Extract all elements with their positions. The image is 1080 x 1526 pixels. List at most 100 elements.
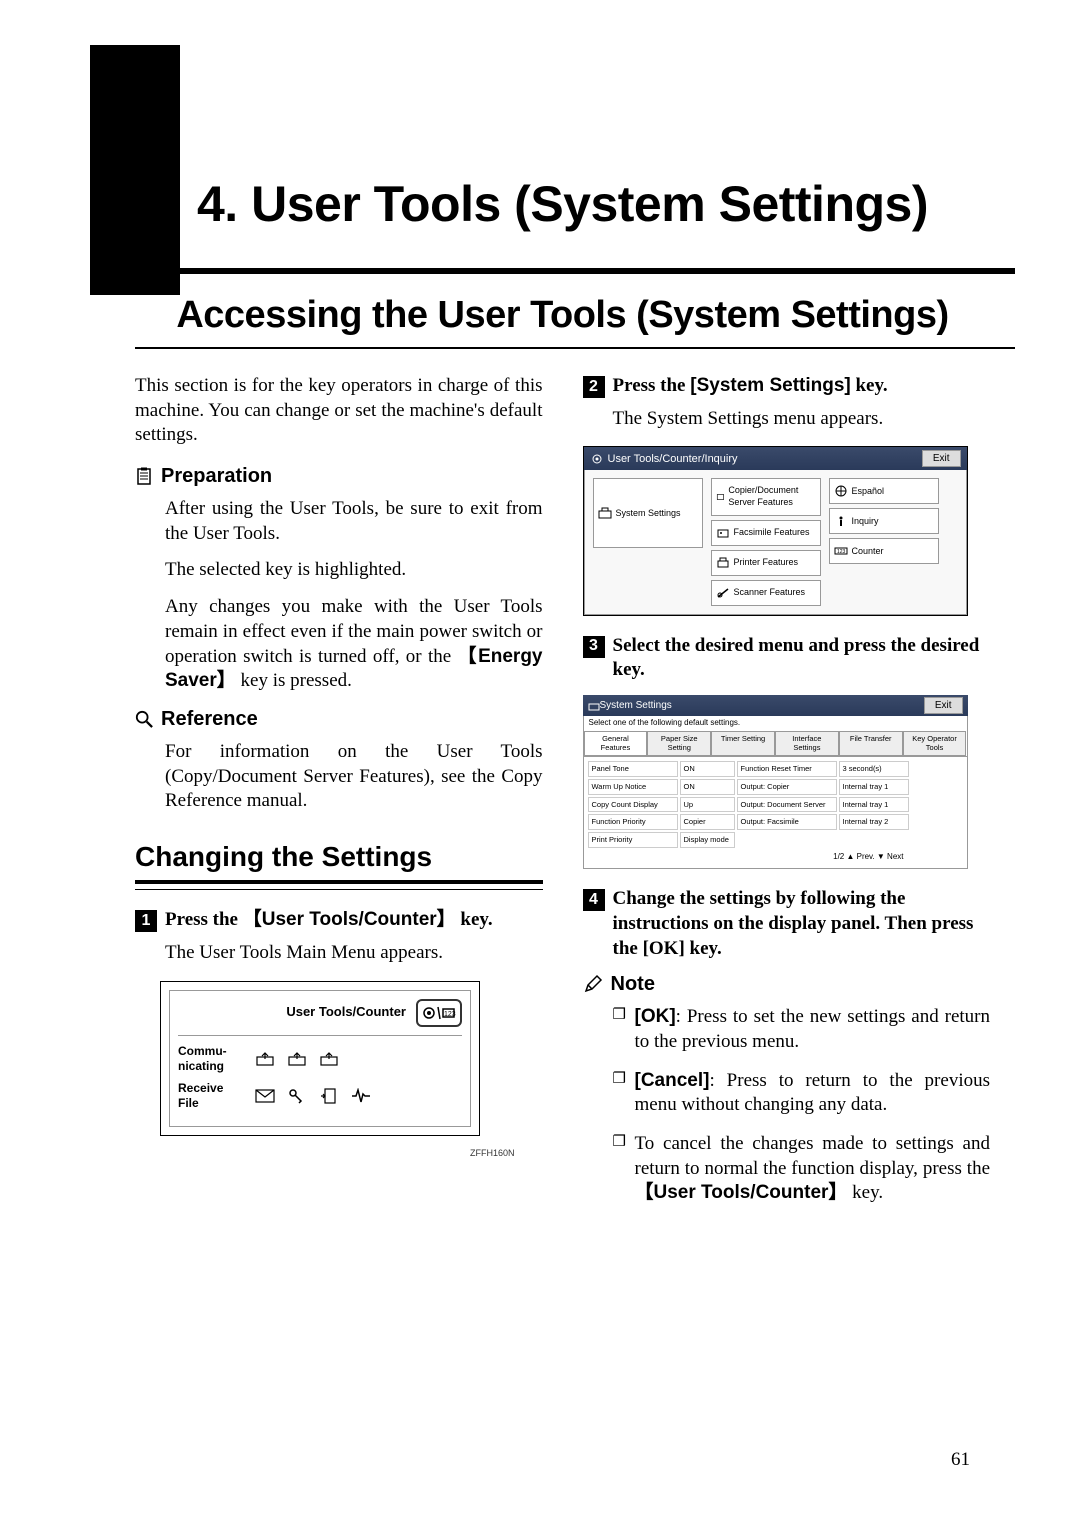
cell: Panel Tone [588, 761, 678, 777]
rule [135, 880, 543, 884]
key-label: 】 [437, 909, 456, 930]
step-3: 3 Select the desired menu and press the … [583, 634, 991, 683]
tray-icon [319, 1051, 339, 1067]
ok-key: [OK] [635, 1006, 676, 1027]
step-2: 2 Press the [System Settings] key. [583, 374, 991, 399]
reference-body: For information on the User Tools (Copy/… [165, 740, 543, 814]
copier-features-button: Copier/Document Server Features [711, 478, 821, 515]
cell: Internal tray 2 [839, 814, 909, 830]
copier-icon [716, 491, 725, 503]
text: key is pressed. [236, 670, 352, 691]
tab: File Transfer [839, 731, 903, 757]
tab: Key Operator Tools [903, 731, 967, 757]
key-label: 】 [828, 1182, 847, 1203]
text: : Press to set the new settings and retu… [635, 1006, 991, 1052]
prep-p1: After using the User Tools, be sure to e… [165, 497, 543, 546]
system-settings-key: [System Settings] [690, 375, 850, 396]
text: Facsimile Features [734, 527, 810, 539]
reference-heading: Reference [135, 706, 543, 732]
svg-text:123: 123 [837, 549, 846, 555]
exit-button: Exit [924, 697, 963, 714]
control-panel-illustration: User Tools/Counter 123 Commu- nicating R… [160, 981, 480, 1136]
fax-icon [716, 527, 730, 539]
subsection-title: Changing the Settings [135, 839, 543, 875]
tab: Interface Settings [775, 731, 839, 757]
tray-icon [287, 1051, 307, 1067]
chapter-title: 4. User Tools (System Settings) [90, 45, 990, 233]
step-3-instruction: Select the desired menu and press the de… [613, 634, 991, 683]
panel3-title: System Settings [600, 699, 672, 712]
cell [737, 832, 837, 848]
ref-p1: For information on the User Tools (Copy/… [165, 740, 543, 814]
reference-label: Reference [161, 706, 258, 732]
envelope-icon [255, 1088, 275, 1104]
printer-features-button: Printer Features [711, 550, 821, 576]
printer-icon [716, 557, 730, 569]
rule [135, 889, 543, 890]
section-title: Accessing the User Tools (System Setting… [90, 274, 990, 337]
cell: Function Priority [588, 814, 678, 830]
preparation-body: After using the User Tools, be sure to e… [165, 497, 543, 694]
system-settings-screenshot: System Settings Exit Select one of the f… [583, 695, 968, 869]
text: key. [456, 909, 493, 930]
text: key. [851, 375, 888, 396]
inquiry-button: Inquiry [829, 508, 939, 534]
user-tools-menu-screenshot: User Tools/Counter/Inquiry Exit System S… [583, 446, 968, 615]
cell: Internal tray 1 [839, 797, 909, 813]
tab: Timer Setting [711, 731, 775, 757]
preparation-label: Preparation [161, 463, 272, 489]
preparation-heading: Preparation [135, 463, 543, 489]
magnifier-icon [135, 710, 153, 728]
step-number-badge: 1 [135, 910, 157, 932]
tab: General Features [584, 731, 648, 757]
settings-tabs: General Features Paper Size Setting Time… [583, 731, 968, 757]
key-label: 】 [217, 670, 236, 691]
tools-icon [588, 701, 600, 711]
gear-icon [590, 453, 604, 465]
step-1-instruction: Press the 【User Tools/Counter】 key. [165, 908, 493, 933]
cell: Warm Up Notice [588, 779, 678, 795]
right-column: 2 Press the [System Settings] key. The S… [583, 374, 991, 1220]
document-arrow-icon [319, 1088, 339, 1104]
key-label: 【 [243, 909, 262, 930]
receive-file-label: Receive File [178, 1081, 243, 1112]
text: Printer Features [734, 557, 799, 569]
cell: Output: Copier [737, 779, 837, 795]
note-item-cancel: [Cancel]: Press to return to the previou… [613, 1069, 991, 1118]
step-4-instruction: Change the settings by following the ins… [613, 887, 991, 961]
settings-grid: Panel ToneONFunction Reset Timer3 second… [583, 756, 968, 869]
prep-p2: The selected key is highlighted. [165, 558, 543, 583]
system-settings-button: System Settings [593, 478, 703, 548]
step-1-body: The User Tools Main Menu appears. [165, 941, 543, 966]
two-column-layout: This section is for the key operators in… [135, 374, 990, 1220]
tools-icon [598, 507, 612, 519]
panel-label: User Tools/Counter [286, 1004, 406, 1021]
clipboard-icon [135, 467, 153, 485]
pagination: 1/2 ▲ Prev. ▼ Next [588, 850, 909, 864]
communicating-label: Commu- nicating [178, 1044, 243, 1075]
page-number: 61 [951, 1449, 970, 1471]
pulse-icon [351, 1088, 371, 1104]
cell: Copy Count Display [588, 797, 678, 813]
step-2-instruction: Press the [System Settings] key. [613, 374, 888, 399]
text: System Settings [616, 508, 681, 520]
cell: 3 second(s) [839, 761, 909, 777]
text: Press the [613, 375, 691, 396]
cell: Output: Document Server [737, 797, 837, 813]
document-page: 4. User Tools (System Settings) Accessin… [0, 0, 1080, 1526]
note-label: Note [611, 971, 655, 997]
text: key. [847, 1182, 883, 1203]
cell: Output: Facsimile [737, 814, 837, 830]
note-item-ok: [OK]: Press to set the new settings and … [613, 1005, 991, 1054]
text: Copier/Document Server Features [728, 485, 815, 508]
prep-p3: Any changes you make with the User Tools… [165, 595, 543, 694]
user-tools-counter-key: User Tools/Counter [262, 909, 437, 930]
panel2-title: User Tools/Counter/Inquiry [608, 452, 738, 466]
note-item-cancel-changes: To cancel the changes made to settings a… [613, 1132, 991, 1206]
intro-paragraph: This section is for the key operators in… [135, 374, 543, 448]
cell: ON [680, 761, 735, 777]
counter-button: 123Counter [829, 538, 939, 564]
figure-code: ZFFH160N [135, 1148, 515, 1160]
cancel-key: [Cancel] [635, 1070, 710, 1091]
text: Español [852, 486, 885, 498]
